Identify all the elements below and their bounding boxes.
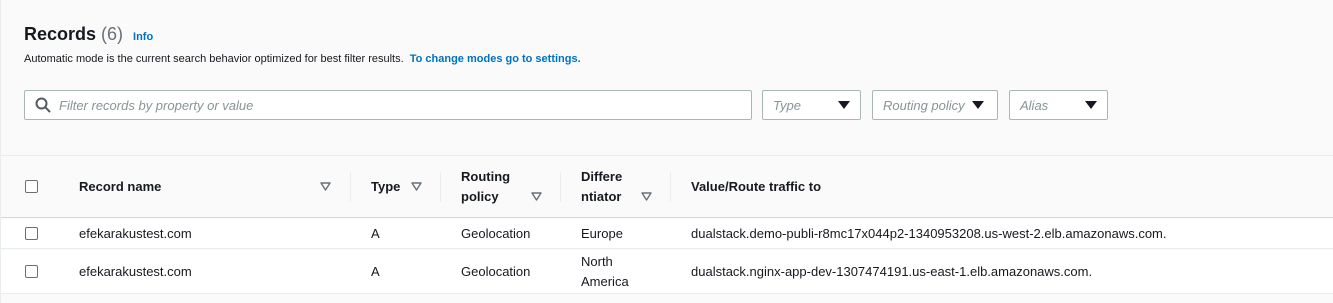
column-header-record-name[interactable]: Record name: [79, 156, 161, 218]
column-header-value[interactable]: Value/Route traffic to: [691, 156, 821, 218]
routing-filter-placeholder: Routing policy: [883, 97, 965, 113]
table-row[interactable]: efekarakustest.com A Geolocation Europe …: [1, 219, 1333, 249]
caret-down-icon: [1085, 101, 1097, 109]
record-name-cell: efekarakustest.com: [79, 264, 192, 279]
routing-policy-filter-select[interactable]: Routing policy: [872, 90, 998, 120]
search-box[interactable]: [24, 90, 752, 120]
routing-header-line2: policy: [461, 189, 499, 204]
value-cell: dualstack.nginx-app-dev-1307474191.us-ea…: [691, 264, 1093, 279]
column-divider[interactable]: [560, 172, 561, 202]
value-cell: dualstack.demo-publi-r8mc17x044p2-134095…: [691, 226, 1167, 241]
diff-header-line1: Differe: [581, 169, 623, 184]
record-name-header-label: Record name: [79, 179, 162, 194]
record-name-cell: efekarakustest.com: [79, 226, 192, 241]
records-count: (6): [101, 24, 124, 44]
row-checkbox[interactable]: [25, 265, 38, 278]
description-text: Automatic mode is the current search beh…: [24, 53, 404, 65]
records-panel: Records (6) Info Automatic mode is the c…: [0, 0, 1333, 303]
type-cell: A: [371, 226, 380, 241]
type-filter-placeholder: Type: [773, 97, 801, 113]
alias-filter-placeholder: Alias: [1020, 97, 1049, 113]
title-row: Records (6) Info: [24, 24, 581, 45]
table-row[interactable]: efekarakustest.com A Geolocation North A…: [1, 250, 1333, 294]
value-header-label: Value/Route traffic to: [691, 179, 822, 194]
column-divider[interactable]: [670, 172, 671, 202]
routing-policy-cell: Geolocation: [461, 264, 531, 279]
type-header-label: Type: [371, 179, 401, 194]
column-header-differentiator[interactable]: Differe ntiator: [581, 156, 622, 218]
type-filter-select[interactable]: Type: [762, 90, 861, 120]
routing-policy-cell: Geolocation: [461, 226, 531, 241]
differentiator-cell-line1: North: [581, 254, 613, 269]
row-checkbox[interactable]: [25, 227, 38, 240]
settings-link[interactable]: To change modes go to settings.: [410, 53, 581, 65]
routing-header-line1: Routing: [461, 169, 511, 184]
column-divider[interactable]: [350, 172, 351, 202]
caret-down-icon: [838, 101, 850, 109]
search-icon: [35, 97, 51, 113]
alias-filter-select[interactable]: Alias: [1009, 90, 1108, 120]
differentiator-cell-line2: America: [581, 274, 629, 289]
table-header: Record name Type Routing policy Differe …: [1, 156, 1333, 218]
type-cell: A: [371, 264, 380, 279]
select-all-checkbox[interactable]: [25, 180, 38, 193]
page-title: Records: [24, 24, 97, 44]
column-divider[interactable]: [440, 172, 441, 202]
differentiator-cell: Europe: [581, 226, 623, 241]
column-header-routing-policy[interactable]: Routing policy: [461, 156, 510, 218]
column-header-type[interactable]: Type: [371, 156, 400, 218]
info-link[interactable]: Info: [133, 31, 153, 43]
caret-down-icon: [972, 101, 984, 109]
records-header: Records (6) Info Automatic mode is the c…: [24, 24, 581, 65]
search-mode-description: Automatic mode is the current search beh…: [24, 53, 581, 65]
diff-header-line2: ntiator: [581, 189, 622, 204]
search-input[interactable]: [59, 97, 739, 113]
